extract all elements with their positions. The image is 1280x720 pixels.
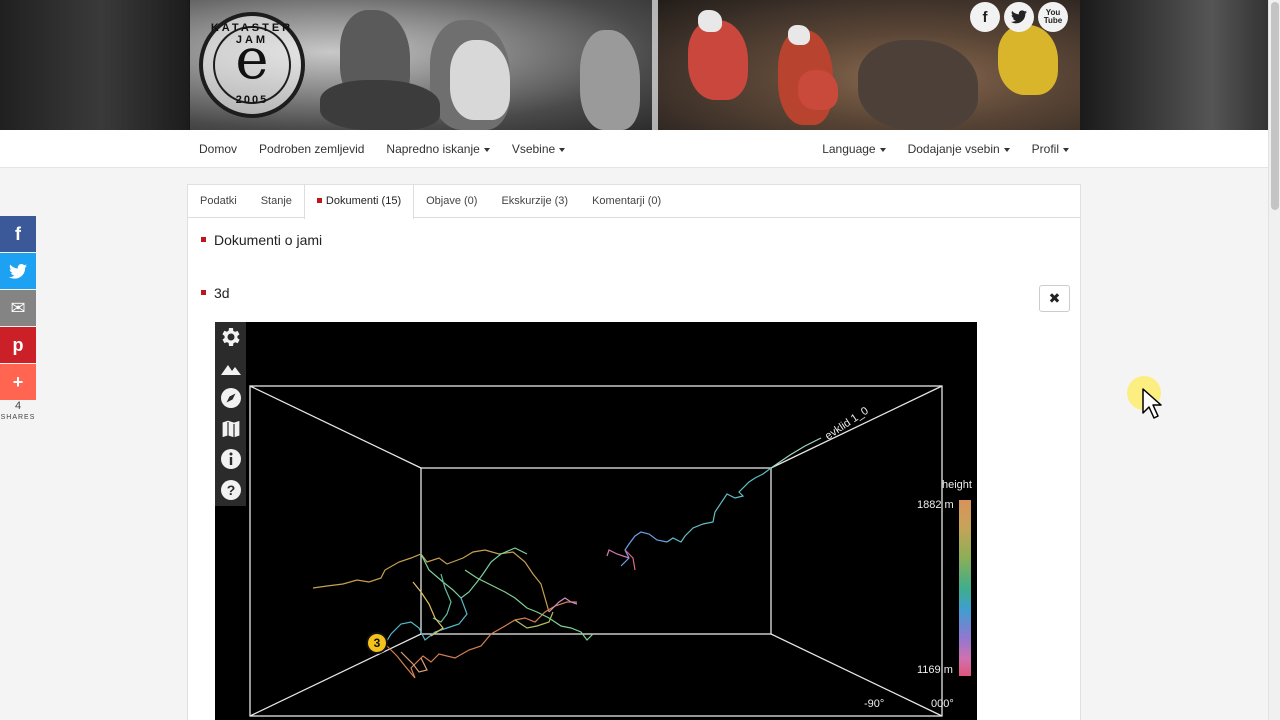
settings-icon[interactable] bbox=[215, 322, 246, 353]
share-count: 4 bbox=[14, 400, 22, 412]
nav-home[interactable]: Domov bbox=[188, 130, 248, 168]
share-sidebar: f ✉ p + bbox=[0, 216, 36, 401]
page-scrollbar[interactable] bbox=[1268, 0, 1280, 720]
banner-photo bbox=[190, 0, 1080, 130]
pinterest-icon: p bbox=[12, 334, 24, 355]
nav-profile[interactable]: Profil bbox=[1021, 130, 1080, 168]
facebook-icon[interactable]: f bbox=[970, 2, 1000, 32]
share-label: SHARES bbox=[0, 414, 36, 421]
survey-legs bbox=[312, 437, 822, 679]
nav-advanced-search[interactable]: Napredno iskanje bbox=[375, 130, 500, 168]
cave-3d-viewer[interactable]: evklid 1_0 ? height 1882 m 1169 m 3 -90°… bbox=[215, 322, 977, 720]
tab-komentarji[interactable]: Komentarji (0) bbox=[580, 185, 673, 217]
share-more-button[interactable]: + bbox=[0, 364, 36, 400]
entrance-marker[interactable]: 3 bbox=[366, 632, 388, 654]
share-facebook-button[interactable]: f bbox=[0, 216, 36, 252]
section-title: Dokumenti o jami bbox=[201, 232, 322, 248]
tab-dokumenti[interactable]: Dokumenti (15) bbox=[303, 185, 415, 219]
scrollbar-thumb[interactable] bbox=[1271, 2, 1279, 210]
compass-icon[interactable] bbox=[215, 383, 246, 414]
header-social-links: f You Tube bbox=[970, 2, 1068, 32]
heading-readout: 000° bbox=[931, 698, 954, 710]
caret-down-icon bbox=[1003, 147, 1010, 152]
help-icon[interactable]: ? bbox=[215, 475, 246, 506]
height-colour-scale bbox=[959, 500, 971, 676]
tab-objave[interactable]: Objave (0) bbox=[414, 185, 489, 217]
youtube-icon[interactable]: You Tube bbox=[1038, 2, 1068, 32]
document-title: 3d bbox=[201, 285, 230, 301]
info-icon[interactable] bbox=[215, 444, 246, 475]
tab-stanje[interactable]: Stanje bbox=[249, 185, 304, 217]
share-pinterest-button[interactable]: p bbox=[0, 327, 36, 363]
plus-icon: + bbox=[12, 371, 24, 392]
tilt-readout: -90° bbox=[864, 698, 885, 710]
mouse-cursor-icon bbox=[1142, 388, 1162, 419]
survey-scene[interactable]: evklid 1_0 bbox=[215, 322, 977, 720]
caret-down-icon bbox=[559, 147, 566, 152]
caret-down-icon bbox=[879, 147, 886, 152]
facebook-icon: f bbox=[15, 223, 21, 244]
tab-ekskurzije[interactable]: Ekskurzije (3) bbox=[489, 185, 580, 217]
nav-language[interactable]: Language bbox=[811, 130, 896, 168]
logo-letter: e bbox=[235, 27, 269, 92]
nav-add-content[interactable]: Dodajanje vsebin bbox=[897, 130, 1021, 168]
share-email-button[interactable]: ✉ bbox=[0, 290, 36, 326]
email-icon: ✉ bbox=[10, 297, 26, 318]
site-logo[interactable]: KATASTER JAM e 2005 bbox=[199, 12, 305, 118]
twitter-icon bbox=[9, 263, 27, 279]
legend-max: 1882 m bbox=[917, 499, 954, 511]
logo-year: 2005 bbox=[235, 94, 269, 106]
viewer-toolbar: ? bbox=[215, 322, 246, 506]
svg-text:?: ? bbox=[226, 482, 235, 498]
tab-podatki[interactable]: Podatki bbox=[188, 185, 249, 217]
legend-min: 1169 m bbox=[917, 664, 953, 676]
twitter-icon[interactable] bbox=[1004, 2, 1034, 32]
detail-tabs: Podatki Stanje Dokumenti (15) Objave (0)… bbox=[188, 185, 1080, 219]
terrain-icon[interactable] bbox=[215, 353, 246, 384]
close-button[interactable]: ✖ bbox=[1039, 285, 1070, 312]
nav-detailed-map[interactable]: Podroben zemljevid bbox=[248, 130, 375, 168]
main-navbar: Domov Podroben zemljevid Napredno iskanj… bbox=[0, 130, 1268, 168]
header-banner: KATASTER JAM e 2005 f You Tube bbox=[0, 0, 1268, 130]
legend-title: height bbox=[942, 479, 972, 491]
caret-down-icon bbox=[483, 147, 490, 152]
map-icon[interactable] bbox=[215, 414, 246, 445]
caret-down-icon bbox=[1063, 147, 1069, 152]
share-twitter-button[interactable] bbox=[0, 253, 36, 289]
nav-contents[interactable]: Vsebine bbox=[501, 130, 576, 168]
